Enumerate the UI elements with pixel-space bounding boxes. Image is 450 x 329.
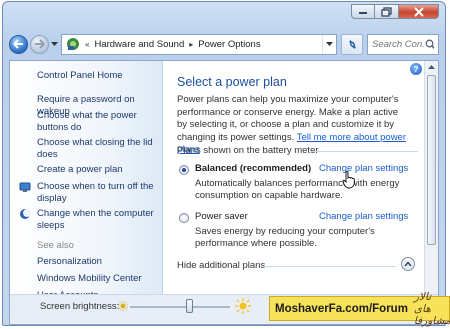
control-panel-icon <box>67 38 79 50</box>
forward-arrow-icon <box>35 39 45 49</box>
hand-cursor-icon <box>342 171 355 189</box>
close-button[interactable] <box>399 4 439 19</box>
balanced-plan-description: Automatically balances performance with … <box>195 178 400 201</box>
power-saver-plan-name[interactable]: Power saver <box>195 211 248 222</box>
radio-selected-dot <box>182 168 186 172</box>
back-button[interactable] <box>9 34 28 54</box>
sidebar-item-create-plan[interactable]: Create a power plan <box>37 164 162 176</box>
watermark-banner: MoshaverFa.com/Forum تالار های مشاورفا <box>269 291 450 327</box>
hide-additional-plans-row[interactable]: Hide additional plans <box>164 257 424 277</box>
search-input[interactable] <box>372 38 426 50</box>
sidebar-item-power-buttons[interactable]: Choose what the power buttons do <box>37 110 162 134</box>
back-arrow-icon <box>13 39 23 49</box>
maximize-button[interactable] <box>375 4 399 19</box>
refresh-icon <box>348 39 356 49</box>
minimize-icon <box>359 11 367 14</box>
control-panel-home-link[interactable]: Control Panel Home <box>37 70 162 82</box>
vertical-scrollbar[interactable] <box>424 61 438 324</box>
battery-meter-section-label: Plans shown on the battery meter <box>177 145 319 156</box>
hide-additional-plans-label[interactable]: Hide additional plans <box>177 260 265 271</box>
address-dropdown[interactable] <box>322 34 336 54</box>
scrollbar-thumb[interactable] <box>427 75 436 245</box>
forward-button[interactable] <box>30 34 49 54</box>
task-pane: Control Panel Home Require a password on… <box>10 61 163 324</box>
brightness-slider-thumb[interactable] <box>186 299 193 313</box>
breadcrumb-hardware-and-sound[interactable]: Hardware and Sound <box>94 39 184 50</box>
recent-pages-dropdown[interactable] <box>50 35 59 54</box>
close-icon <box>413 6 424 17</box>
sidebar-item-closing-lid[interactable]: Choose what closing the lid does <box>37 137 162 161</box>
brightness-slider-track[interactable] <box>130 306 230 308</box>
see-also-personalization[interactable]: Personalization <box>37 256 162 268</box>
main-pane: ? Select a power plan Power plans can he… <box>164 61 424 324</box>
breadcrumb-separator: « <box>85 39 90 49</box>
hide-divider <box>260 266 396 267</box>
sleep-moon-icon <box>20 209 31 219</box>
power-saver-plan-description: Saves energy by reducing your computer's… <box>195 226 375 249</box>
section-divider <box>310 151 418 152</box>
sidebar-item-computer-sleeps[interactable]: Change when the computer sleeps <box>37 208 162 232</box>
see-also-heading: See also <box>37 240 74 251</box>
help-icon[interactable]: ? <box>410 63 422 75</box>
screen-brightness-label: Screen brightness: <box>40 301 120 312</box>
refresh-button[interactable] <box>341 33 363 55</box>
control-panel-window: « Hardware and Sound ▸ Power Options Con… <box>2 1 446 326</box>
restore-icon <box>380 6 392 17</box>
dim-sun-icon <box>118 301 128 311</box>
collapse-button[interactable] <box>401 257 415 271</box>
caption-buttons <box>351 4 439 19</box>
watermark-english: MoshaverFa.com/Forum <box>275 302 408 315</box>
see-also-mobility-center[interactable]: Windows Mobility Center <box>37 273 162 285</box>
power-saver-radio[interactable] <box>179 213 189 223</box>
breadcrumb-power-options[interactable]: Power Options <box>198 39 260 50</box>
scroll-up-icon <box>428 65 435 69</box>
page-title: Select a power plan <box>177 75 287 89</box>
display-shield-icon <box>19 182 31 192</box>
balanced-plan-name[interactable]: Balanced (recommended) <box>195 163 311 174</box>
content-area: Control Panel Home Require a password on… <box>9 60 439 325</box>
chevron-down-icon <box>326 41 333 46</box>
chevron-up-icon <box>404 261 412 267</box>
watermark-persian: تالار های مشاورفا <box>413 290 450 327</box>
minimize-button[interactable] <box>351 4 375 19</box>
search-box[interactable] <box>367 33 439 55</box>
breadcrumb-separator[interactable]: ▸ <box>189 40 193 49</box>
bright-sun-icon <box>235 298 251 314</box>
search-icon[interactable] <box>425 39 434 50</box>
power-saver-change-settings-link[interactable]: Change plan settings <box>319 211 408 222</box>
scroll-up-arrow[interactable] <box>425 61 438 74</box>
balanced-change-settings-link[interactable]: Change plan settings <box>319 163 408 174</box>
sidebar-item-turn-off-display[interactable]: Choose when to turn off the display <box>37 181 162 205</box>
address-bar[interactable]: « Hardware and Sound ▸ Power Options <box>61 33 337 55</box>
balanced-radio[interactable] <box>179 165 189 175</box>
navigation-bar: « Hardware and Sound ▸ Power Options <box>9 33 439 55</box>
chevron-down-icon <box>51 41 58 46</box>
